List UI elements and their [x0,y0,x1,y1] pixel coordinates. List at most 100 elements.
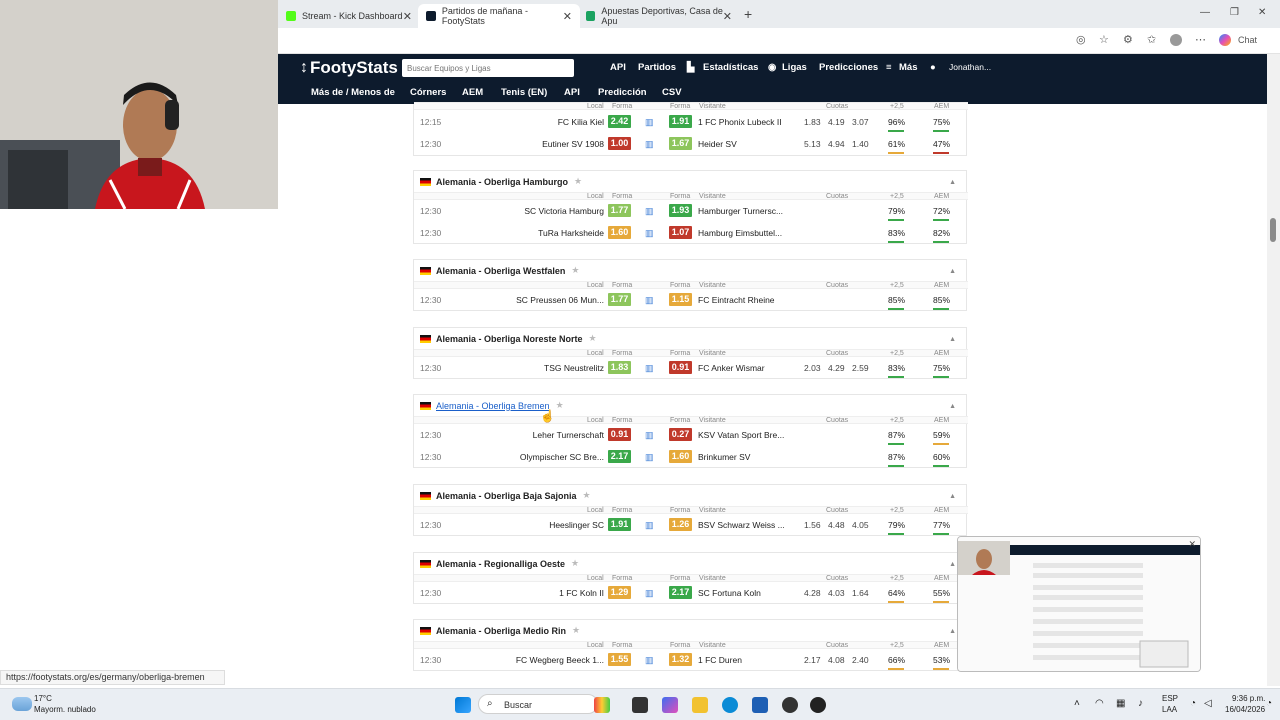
collapse-caret-icon[interactable]: ▲ [949,336,956,343]
away-team[interactable]: BSV Schwarz Weiss ... [698,520,785,530]
stats-chart-icon[interactable]: ▥ [645,228,657,240]
nav-estadisticas[interactable]: Estadísticas [703,62,758,73]
match-row[interactable]: 12:15 FC Kilia Kiel 2.42 ▥ 1.91 1 FC Phonix L… [414,111,968,133]
scrollbar-thumb[interactable] [1270,218,1276,242]
odds-value[interactable]: 2.59 [852,363,869,373]
match-row[interactable]: 12:30 SC Preussen 06 Mun... 1.77 ▥ 1.15 FC Ei… [414,289,968,311]
profile-avatar[interactable] [1170,34,1182,46]
home-team[interactable]: TuRa Harksheide [538,228,604,238]
league-name[interactable]: Alemania - Oberliga Hamburgo [436,177,568,187]
subnav-csv[interactable]: CSV [662,87,682,98]
stats-chart-icon[interactable]: ▥ [645,452,657,464]
odds-value[interactable]: 4.19 [828,117,845,127]
nav-predicciones[interactable]: Predicciones [819,62,878,73]
odds-value[interactable]: 4.94 [828,139,845,149]
collapse-caret-icon[interactable]: ▲ [949,628,956,635]
tab-footystats[interactable]: Partidos de mañana - FootyStats ✕ [418,4,580,28]
stats-chart-icon[interactable]: ▥ [645,139,657,151]
stats-chart-icon[interactable]: ▥ [645,295,657,307]
league-name[interactable]: Alemania - Oberliga Westfalen [436,266,565,276]
media-player-icon[interactable] [810,697,826,713]
lang-top[interactable]: ESP [1162,694,1178,703]
windows-start-icon[interactable] [455,697,471,713]
favorite-star-icon[interactable]: ★ [572,625,580,636]
away-team[interactable]: SC Fortuna Koln [698,588,761,598]
collapse-caret-icon[interactable]: ▲ [949,561,956,568]
league-header[interactable]: Alemania - Oberliga Medio Rin ★ [420,625,580,636]
odds-value[interactable]: 2.03 [804,363,821,373]
away-team[interactable]: KSV Vatan Sport Bre... [698,430,784,440]
favorites-icon[interactable]: ✩ [1147,33,1156,46]
collapse-caret-icon[interactable]: ▲ [949,268,956,275]
league-header[interactable]: Alemania - Oberliga Baja Sajonia ★ [420,490,591,501]
stats-chart-icon[interactable]: ▥ [645,430,657,442]
odds-value[interactable]: 4.08 [828,655,845,665]
away-team[interactable]: FC Eintracht Rheine [698,295,775,305]
weather-icon[interactable] [12,697,32,711]
odds-value[interactable]: 1.40 [852,139,869,149]
odds-value[interactable]: 4.48 [828,520,845,530]
collapse-caret-icon[interactable]: ▲ [949,403,956,410]
mic-icon[interactable]: ♪ [1138,698,1143,709]
match-row[interactable]: 12:30 Heeslinger SC 1.91 ▥ 1.26 BSV Schwarz W… [414,514,968,536]
home-team[interactable]: 1 FC Koln II [559,588,604,598]
file-explorer-icon[interactable] [692,697,708,713]
away-team[interactable]: Hamburger Turnersc... [698,206,783,216]
league-name[interactable]: Alemania - Oberliga Baja Sajonia [436,491,577,501]
chat-label[interactable]: Chat [1238,35,1257,45]
maximize-icon[interactable]: ❐ [1230,7,1239,18]
favorite-star-icon[interactable]: ★ [571,558,579,569]
match-row[interactable]: 12:30 FC Wegberg Beeck 1... 1.55 ▥ 1.32 1 FC … [414,649,968,671]
home-team[interactable]: SC Victoria Hamburg [524,206,604,216]
favorite-star-icon[interactable]: ☆ [1099,33,1109,46]
match-row[interactable]: 12:30 Eutiner SV 1908 1.00 ▥ 1.67 Heider SV 5.… [414,133,968,155]
nav-partidos[interactable]: Partidos [638,62,676,73]
subnav-over-under[interactable]: Más de / Menos de [311,87,395,98]
away-team[interactable]: Heider SV [698,139,737,149]
footystats-logo[interactable]: ↕ FootyStats [300,58,398,78]
match-row[interactable]: 12:30 Olympischer SC Bre... 2.17 ▥ 1.60 Brink… [414,446,968,468]
collapse-caret-icon[interactable]: ▲ [949,493,956,500]
home-team[interactable]: FC Kilia Kiel [558,117,604,127]
volume-icon[interactable]: ◁ [1204,698,1212,709]
close-icon[interactable]: ✕ [1188,539,1196,550]
odds-value[interactable]: 3.07 [852,117,869,127]
league-name[interactable]: Alemania - Oberliga Bremen [436,401,550,411]
away-team[interactable]: Hamburg Eimsbuttel... [698,228,782,238]
league-name[interactable]: Alemania - Oberliga Medio Rin [436,626,566,636]
match-row[interactable]: 12:30 1 FC Koln II 1.29 ▥ 2.17 SC Fortuna Kol… [414,582,968,604]
league-header[interactable]: Alemania - Regionalliga Oeste ★ [420,558,579,569]
league-name[interactable]: Alemania - Regionalliga Oeste [436,559,565,569]
nav-user[interactable]: Jonathan... [949,62,991,72]
network-icon[interactable]: ▦ [1116,698,1125,709]
odds-value[interactable]: 4.28 [804,588,821,598]
obs-icon[interactable] [782,697,798,713]
favorite-star-icon[interactable]: ★ [574,176,582,187]
reader-icon[interactable]: ◎ [1076,33,1086,46]
close-icon[interactable]: ✕ [403,10,412,23]
away-team[interactable]: Brinkumer SV [698,452,750,462]
widgets-icon[interactable] [594,697,610,713]
away-team[interactable]: 1 FC Duren [698,655,742,665]
copilot-app-icon[interactable] [662,697,678,713]
league-name[interactable]: Alemania - Oberliga Noreste Norte [436,334,583,344]
favorite-star-icon[interactable]: ★ [556,400,564,411]
match-row[interactable]: 12:30 TuRa Harksheide 1.60 ▥ 1.07 Hamburg Eim… [414,222,968,244]
home-team[interactable]: Eutiner SV 1908 [542,139,604,149]
subnav-api[interactable]: API [564,87,580,98]
tab-kick[interactable]: Stream - Kick Dashboard ✕ [278,4,420,28]
scrollbar[interactable] [1267,54,1280,686]
league-header[interactable]: Alemania - Oberliga Hamburgo ★ [420,176,582,187]
close-icon[interactable]: ✕ [723,10,732,23]
odds-value[interactable]: 2.17 [804,655,821,665]
subnav-aem[interactable]: AEM [462,87,483,98]
stats-chart-icon[interactable]: ▥ [645,117,657,129]
taskbar-search-box[interactable]: ⌕ Buscar [478,694,598,714]
nav-api[interactable]: API [610,62,626,73]
extensions-icon[interactable]: ⚙ [1123,33,1133,46]
close-icon[interactable]: ✕ [563,10,572,23]
home-team[interactable]: Heeslinger SC [549,520,604,530]
odds-value[interactable]: 5.13 [804,139,821,149]
nav-mas[interactable]: Más [899,62,917,73]
match-row[interactable]: 12:30 TSG Neustrelitz 1.83 ▥ 0.91 FC Anker Wi… [414,357,968,379]
